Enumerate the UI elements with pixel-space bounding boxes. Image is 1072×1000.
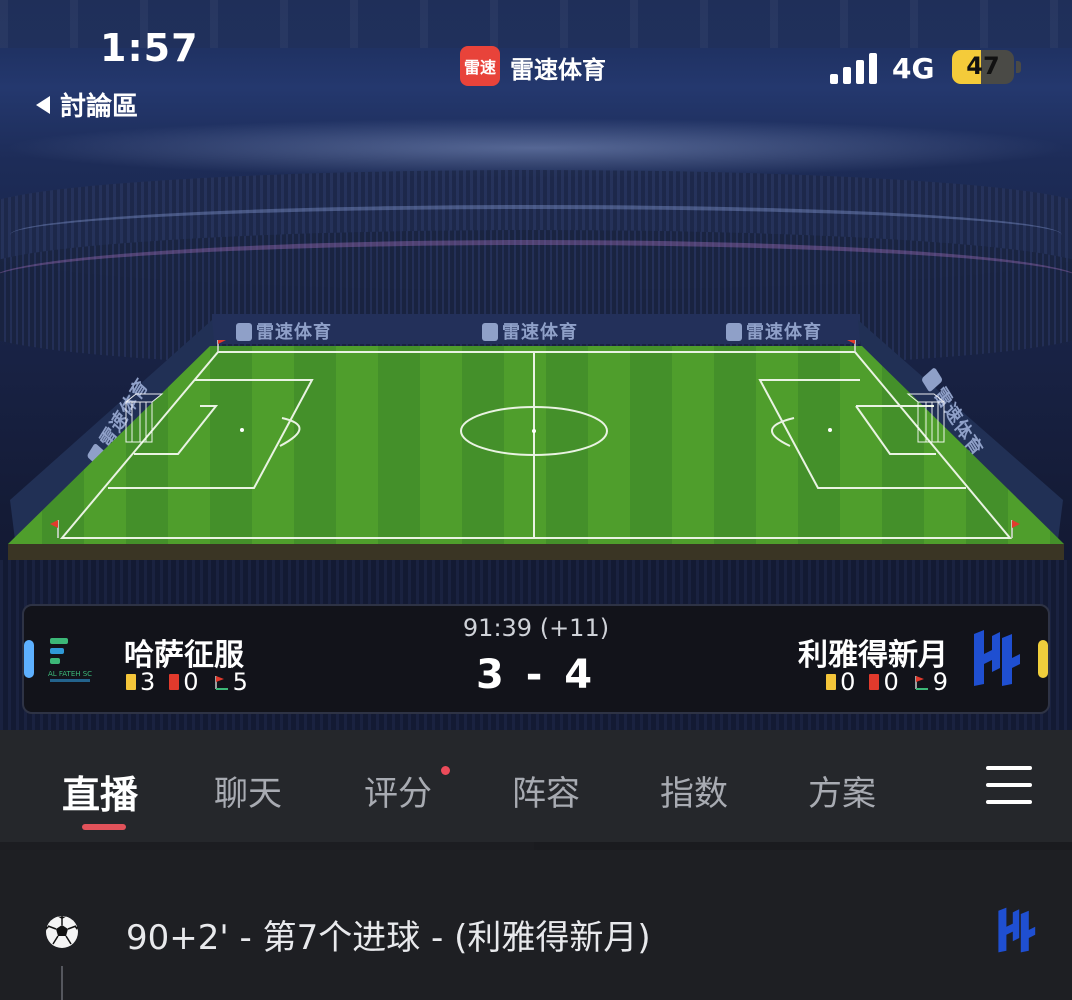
yellow-card-icon: [826, 674, 837, 690]
timeline-line: [61, 966, 63, 1000]
tab-lineup[interactable]: 阵容: [512, 766, 580, 815]
section-divider: [534, 842, 1072, 850]
tab-chat[interactable]: 聊天: [214, 766, 282, 815]
notification-badge: [441, 766, 450, 775]
active-tab-indicator: [82, 824, 126, 830]
hamburger-menu-icon[interactable]: [986, 766, 1032, 806]
status-time: 1:57: [100, 26, 199, 70]
al-hilal-crest-icon: [974, 630, 1020, 686]
stand-ring-2: [0, 240, 1072, 320]
away-stats: 0 0 9: [826, 668, 948, 696]
event-text: 90+2' - 第7个进球 - (利雅得新月): [126, 918, 651, 958]
scoreboard[interactable]: AL FATEH SC 哈萨征服 3 0 5 91:39 (+11) 3 - 4…: [22, 604, 1050, 714]
away-color-marker: [1038, 640, 1048, 678]
back-button[interactable]: 討論區: [36, 86, 138, 123]
tab-live[interactable]: 直播: [62, 764, 138, 819]
tab-plans[interactable]: 方案: [808, 766, 876, 815]
stadium-lights: [0, 118, 1072, 178]
away-red-cards: 0: [883, 668, 899, 696]
event-list: 90+2' - 第7个进球 - (利雅得新月): [0, 850, 1072, 1000]
tab-ratings[interactable]: 评分: [364, 766, 432, 815]
battery-tip: [1016, 61, 1021, 73]
corner-flag-icon: [914, 676, 928, 690]
back-label: 討論區: [60, 92, 139, 122]
football-pitch: [8, 340, 1064, 560]
red-card-icon: [869, 674, 880, 690]
battery-icon: 47: [952, 50, 1014, 84]
tab-bar: 直播 聊天 评分 阵容 指数 方案: [0, 730, 1072, 842]
network-type: 4G: [892, 52, 935, 85]
cellular-signal-icon: [830, 52, 880, 84]
back-arrow-icon: [36, 96, 50, 114]
al-hilal-crest-icon: [998, 907, 1036, 953]
app-logo: 雷速: [460, 46, 500, 86]
away-corners: 9: [932, 668, 948, 696]
battery-level: 47: [966, 52, 1000, 80]
tab-odds[interactable]: 指数: [660, 766, 728, 815]
soccer-ball-icon: [46, 916, 78, 948]
away-yellow-cards: 0: [840, 668, 856, 696]
app-name: 雷速体育: [510, 56, 606, 84]
